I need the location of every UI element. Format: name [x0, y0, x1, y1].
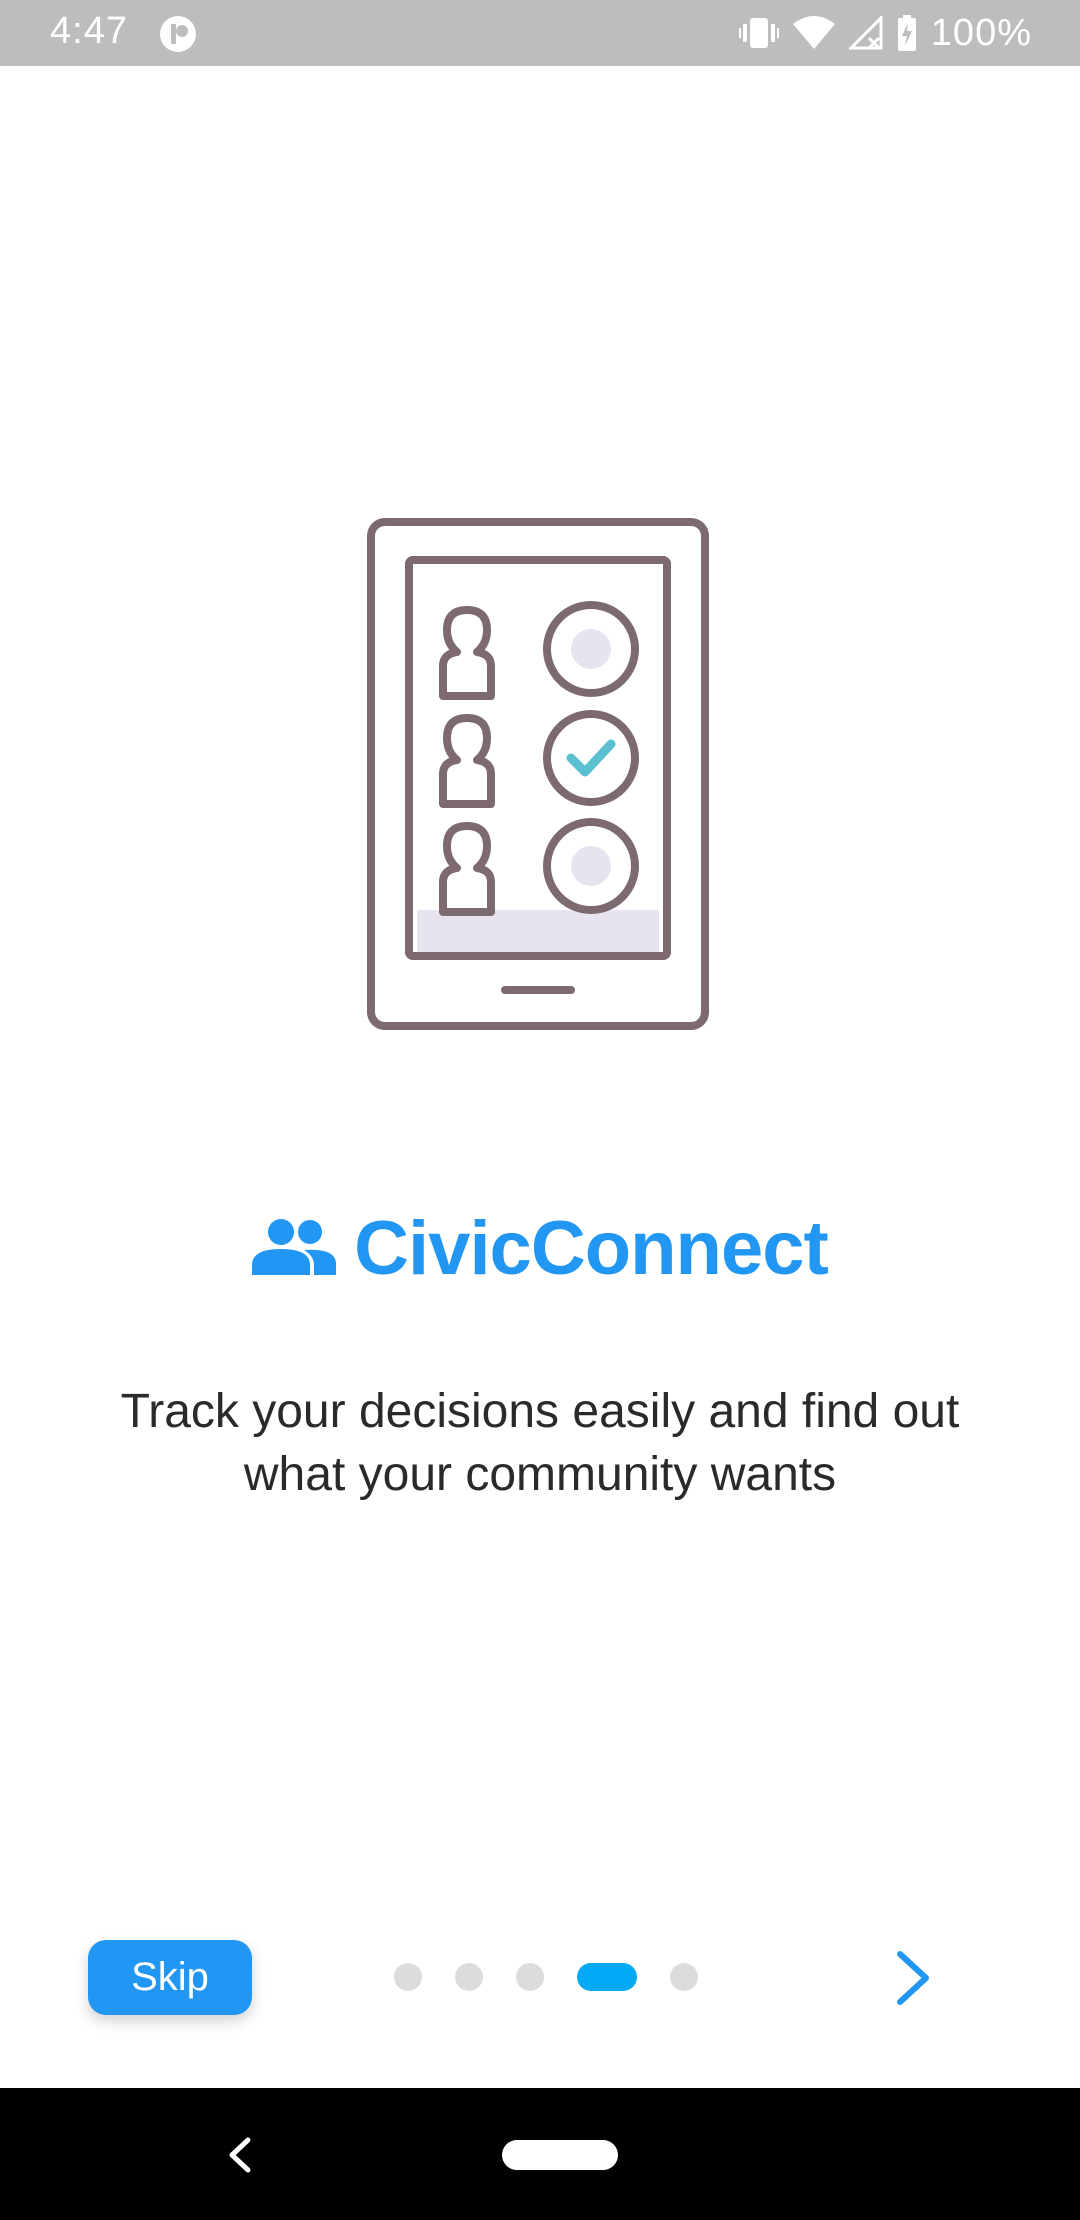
wifi-icon	[792, 16, 835, 50]
skip-button[interactable]: Skip	[88, 1940, 252, 2015]
page-dot	[670, 1963, 698, 1991]
vibrate-icon	[738, 16, 779, 50]
people-icon	[252, 1217, 337, 1280]
page-dot	[455, 1963, 483, 1991]
navigation-bar	[0, 2088, 1080, 2220]
page-dot	[516, 1963, 544, 1991]
page-indicator	[394, 1963, 698, 1991]
onboarding-description: Track your decisions easily and find out…	[120, 1385, 960, 1501]
chevron-right-icon	[886, 1951, 938, 2010]
page-dot	[394, 1963, 422, 1991]
onboarding-screen: 4:47 100% CivicConnect Track your decisi…	[0, 0, 1080, 2220]
status-time: 4:47	[50, 10, 128, 52]
cellular-no-signal-icon	[848, 16, 883, 50]
page-dot-active	[577, 1963, 637, 1991]
brand-name: CivicConnect	[354, 1206, 829, 1291]
home-pill-icon[interactable]	[502, 2140, 618, 2170]
next-button[interactable]	[886, 1950, 938, 2006]
battery-charging-icon	[897, 15, 917, 51]
tablet-voting-checklist-illustration	[365, 518, 711, 1030]
back-icon[interactable]	[226, 2136, 254, 2174]
status-icons: 100%	[738, 10, 1032, 56]
status-bar: 4:47 100%	[0, 0, 1080, 66]
brand-header: CivicConnect	[0, 1205, 1080, 1292]
app-notification-icon	[158, 14, 198, 54]
battery-percentage: 100%	[930, 11, 1032, 54]
